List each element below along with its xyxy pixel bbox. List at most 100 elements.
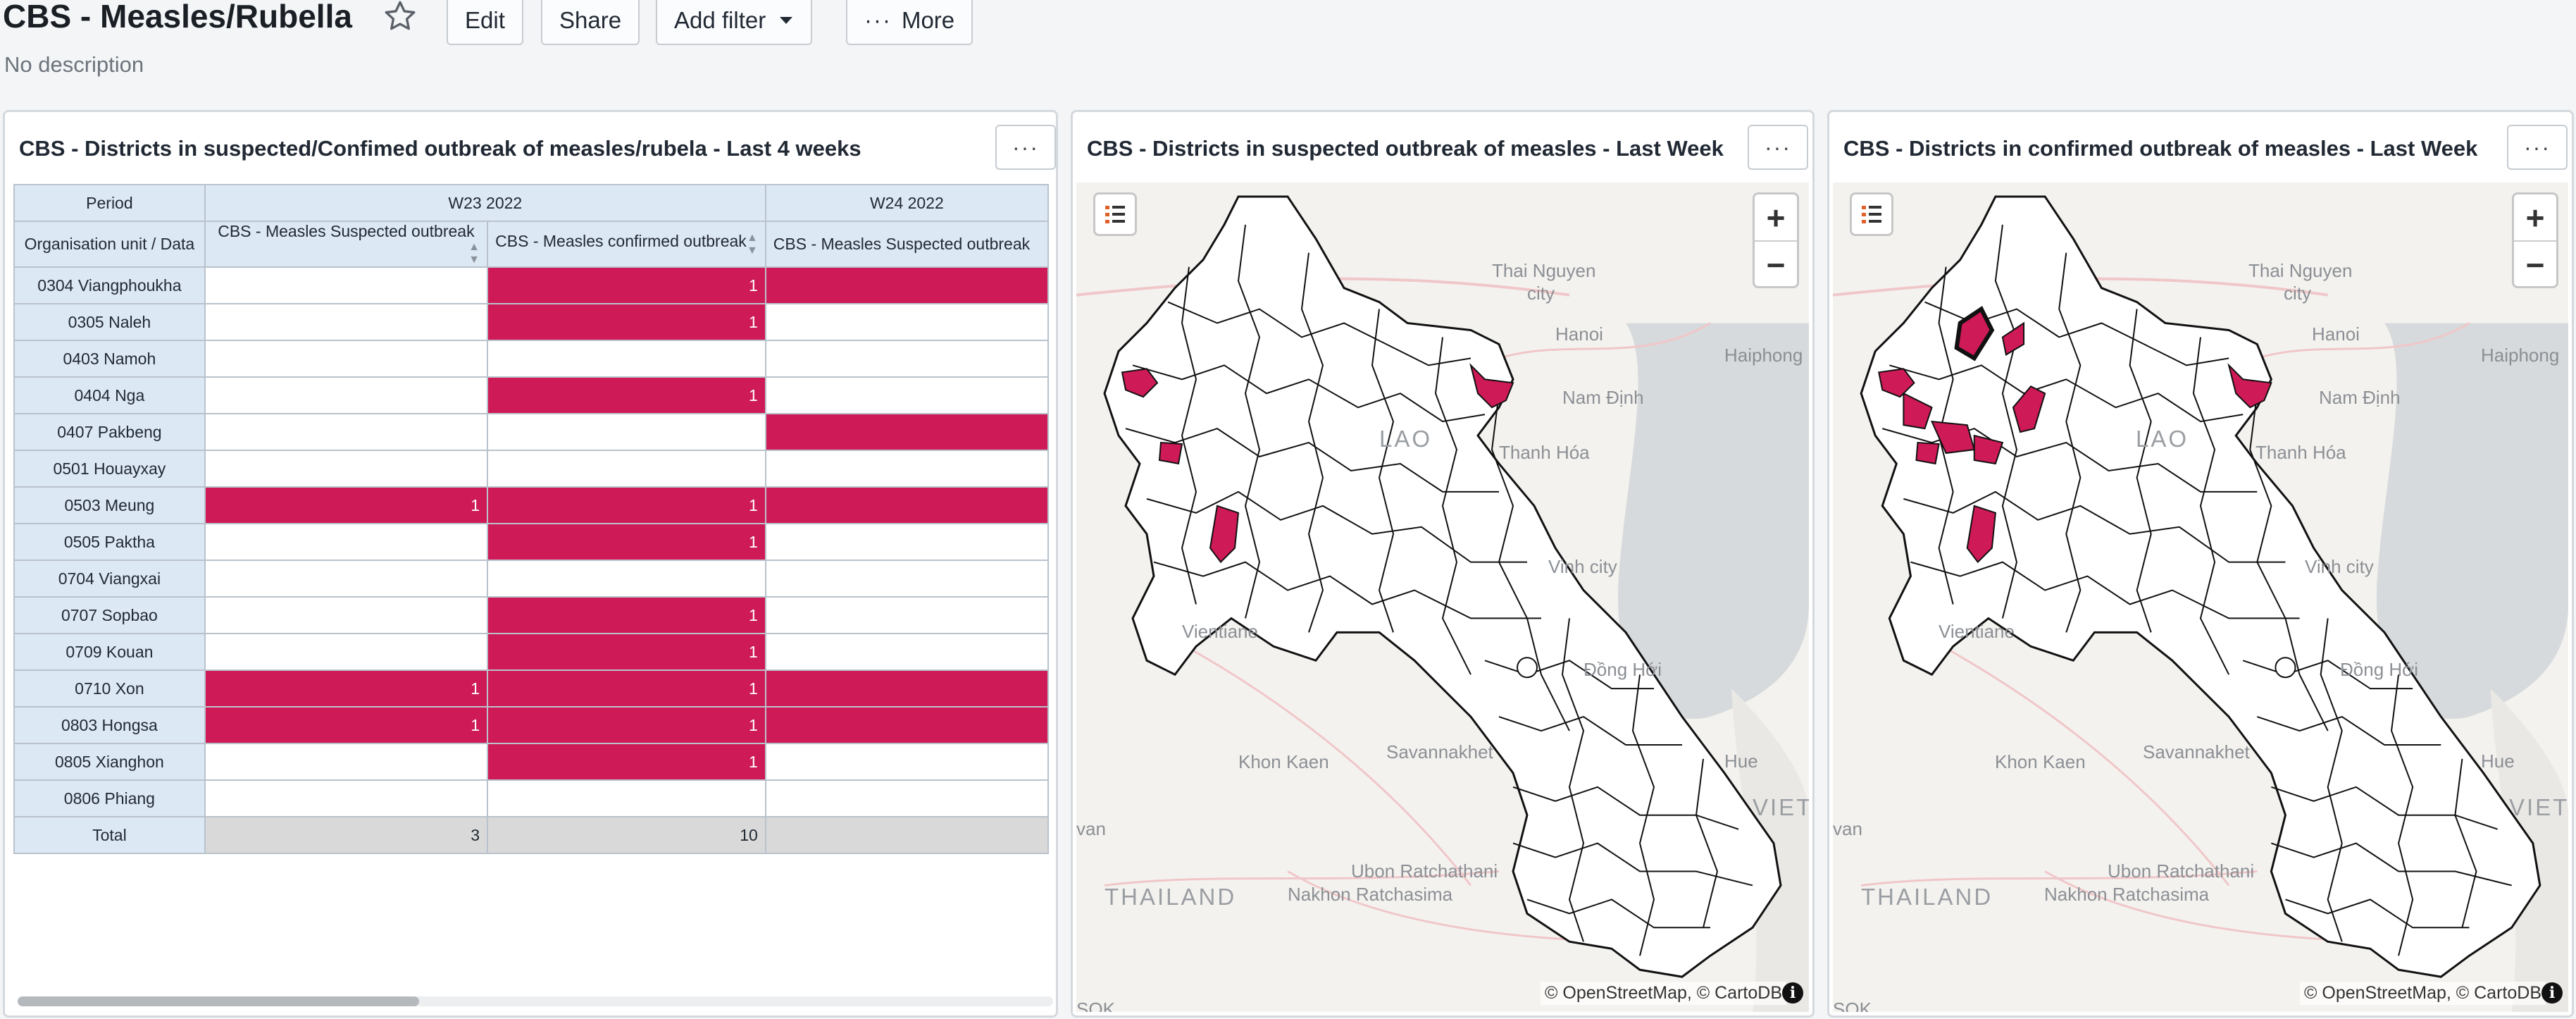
- map-label: Khon Kaen: [1995, 751, 2086, 772]
- map-card-suspected: CBS - Districts in suspected outbreak of…: [1071, 110, 1815, 1018]
- value-cell: [487, 450, 766, 488]
- total-label: Total: [13, 816, 206, 854]
- value-cell: [487, 413, 766, 451]
- map-label: Vientiane: [1182, 621, 1258, 642]
- map-label: Đồng Hới: [2340, 659, 2418, 680]
- info-icon[interactable]: i: [1782, 982, 1803, 1003]
- value-cell: 1: [487, 633, 766, 671]
- share-label: Share: [559, 7, 622, 33]
- table-row: 0304 Viangphoukha 1: [13, 266, 1049, 304]
- value-cell: [764, 743, 1049, 781]
- value-cell: 1: [487, 486, 766, 524]
- zoom-out-button[interactable]: −: [2514, 242, 2556, 288]
- org-unit-cell: 0407 Pakbeng: [13, 413, 206, 451]
- value-cell: [204, 560, 489, 598]
- more-dots-icon: ···: [864, 7, 892, 33]
- star-icon[interactable]: [382, 0, 418, 34]
- value-cell: [204, 340, 489, 378]
- legend-button[interactable]: [1850, 192, 1893, 236]
- add-filter-label: Add filter: [674, 7, 766, 33]
- item-menu-button[interactable]: ···: [1748, 125, 1808, 170]
- map-label: Haiphong: [2481, 345, 2560, 366]
- value-cell: 1: [487, 523, 766, 561]
- value-cell: 1: [204, 486, 489, 524]
- value-cell: [204, 779, 489, 817]
- scrollbar-thumb[interactable]: [18, 996, 419, 1006]
- sort-icon[interactable]: ▲ ▼: [468, 241, 480, 266]
- value-cell: 1: [487, 596, 766, 634]
- value-cell: [204, 413, 489, 451]
- value-cell: [204, 303, 489, 341]
- map-label: Vientiane: [1939, 621, 2015, 642]
- zoom-out-button[interactable]: −: [1755, 242, 1797, 288]
- period-w23: W23 2022: [204, 184, 766, 222]
- org-unit-cell: 0404 Nga: [13, 376, 206, 414]
- value-cell: [204, 743, 489, 781]
- total-cell: 10: [487, 816, 766, 854]
- column-header[interactable]: CBS - Measles confirmed outbreak ▲ ▼: [487, 221, 766, 268]
- column-header[interactable]: CBS - Measles Suspected outbreak ▲ ▼: [204, 221, 489, 268]
- value-cell: [764, 340, 1049, 378]
- more-button[interactable]: ··· More: [846, 0, 973, 45]
- map-label: Hanoi: [2312, 323, 2360, 345]
- map-label: THAILAND: [1105, 884, 1237, 910]
- map-attribution[interactable]: © OpenStreetMap, © CartoDB: [2300, 982, 2546, 1005]
- map-label: Hue: [2481, 751, 2515, 772]
- map-title: CBS - Districts in confirmed outbreak of…: [1843, 136, 2478, 161]
- period-w24: W24 2022: [764, 184, 1049, 222]
- table-row: 0806 Phiang: [13, 779, 1049, 817]
- column-header[interactable]: CBS - Measles Suspected outbreak: [764, 221, 1049, 268]
- map-label: Khon Kaen: [1238, 751, 1329, 772]
- legend-list-icon: [1105, 206, 1125, 223]
- map-label: Savannakhet: [2143, 741, 2250, 762]
- zoom-in-button[interactable]: +: [1755, 194, 1797, 242]
- value-cell: [764, 706, 1049, 744]
- value-cell: 1: [487, 266, 766, 304]
- table-row: 0403 Namoh: [13, 340, 1049, 378]
- map-label: Thanh Hóa: [1499, 442, 1590, 463]
- map-label: Nam Định: [2319, 387, 2401, 408]
- map-label: Hue: [1724, 751, 1758, 772]
- org-unit-cell: 0803 Hongsa: [13, 706, 206, 744]
- value-cell: [764, 303, 1049, 341]
- map-label: Ubon Ratchathani: [1351, 860, 1498, 882]
- table-row: 0803 Hongsa 1 1: [13, 706, 1049, 744]
- table-row: 0710 Xon 1 1: [13, 669, 1049, 708]
- legend-button[interactable]: [1093, 192, 1137, 236]
- info-icon[interactable]: i: [2541, 982, 2563, 1003]
- column-label: CBS - Measles Suspected outbreak: [773, 235, 1031, 253]
- map-attribution[interactable]: © OpenStreetMap, © CartoDB: [1541, 982, 1786, 1005]
- map-card-confirmed: CBS - Districts in confirmed outbreak of…: [1827, 110, 2574, 1018]
- dashboard-header: CBS - Measles/Rubella Edit Share Add fil…: [0, 0, 2576, 106]
- table-row: 0707 Sopbao 1: [13, 596, 1049, 634]
- share-button[interactable]: Share: [541, 0, 640, 45]
- zoom-control: + −: [1753, 192, 1799, 288]
- horizontal-scrollbar[interactable]: [18, 996, 1053, 1006]
- period-header: Period: [13, 184, 206, 222]
- table-viewport[interactable]: Period W23 2022 W24 2022 Organisation un…: [5, 112, 1049, 986]
- zoom-in-button[interactable]: +: [2514, 194, 2556, 242]
- map-label: van: [1076, 818, 1106, 839]
- add-filter-button[interactable]: Add filter: [656, 0, 813, 45]
- value-cell: 1: [487, 706, 766, 744]
- map-label: city: [1527, 283, 1555, 304]
- org-unit-cell: 0305 Naleh: [13, 303, 206, 341]
- value-cell: [764, 779, 1049, 817]
- item-menu-button[interactable]: ···: [2507, 125, 2568, 170]
- map-label: VIET: [1753, 794, 1809, 820]
- sort-icon[interactable]: ▲ ▼: [747, 232, 758, 257]
- value-cell: [487, 779, 766, 817]
- value-cell: [764, 450, 1049, 488]
- org-unit-cell: 0805 Xianghon: [13, 743, 206, 781]
- value-cell: 1: [204, 669, 489, 708]
- org-unit-cell: 0501 Houayxay: [13, 450, 206, 488]
- edit-button[interactable]: Edit: [447, 0, 523, 45]
- map-canvas[interactable]: + − Thai Nguyen city Hanoi Haiphong Nam …: [1076, 183, 1809, 1012]
- pivot-table: Period W23 2022 W24 2022 Organisation un…: [13, 184, 1049, 854]
- map-canvas[interactable]: + − Thai Nguyen city Hanoi Haiphong Nam …: [1833, 183, 2568, 1012]
- org-unit-cell: 0505 Paktha: [13, 523, 206, 561]
- value-cell: 1: [487, 303, 766, 341]
- table-row: 0503 Meung 1 1: [13, 486, 1049, 524]
- map-title: CBS - Districts in suspected outbreak of…: [1087, 136, 1724, 161]
- total-cell: 3: [204, 816, 489, 854]
